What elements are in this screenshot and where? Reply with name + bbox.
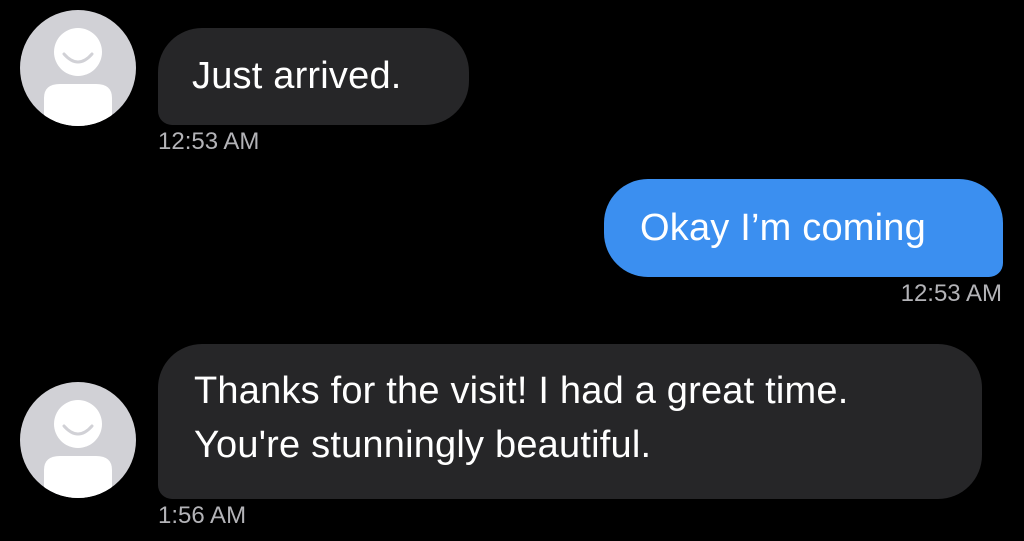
message-text: Thanks for the visit! I had a great time… <box>194 370 849 412</box>
default-person-icon <box>44 400 112 498</box>
outgoing-message-bubble[interactable]: Okay I’m coming <box>604 179 1003 277</box>
message-text: Okay I’m coming <box>640 207 926 249</box>
message-thread: Just arrived. 12:53 AM Okay I’m coming 1… <box>0 0 1024 541</box>
message-text: Just arrived. <box>192 55 402 97</box>
message-timestamp: 12:53 AM <box>158 128 260 155</box>
message-text: You're stunningly beautiful. <box>194 424 652 466</box>
default-person-icon <box>44 28 112 126</box>
contact-avatar[interactable] <box>20 10 136 126</box>
contact-avatar[interactable] <box>20 382 136 498</box>
incoming-message-bubble[interactable]: Just arrived. <box>158 28 469 125</box>
message-timestamp: 1:56 AM <box>158 502 247 529</box>
incoming-message-bubble[interactable]: Thanks for the visit! I had a great time… <box>158 344 982 499</box>
message-timestamp: 12:53 AM <box>900 280 1002 307</box>
